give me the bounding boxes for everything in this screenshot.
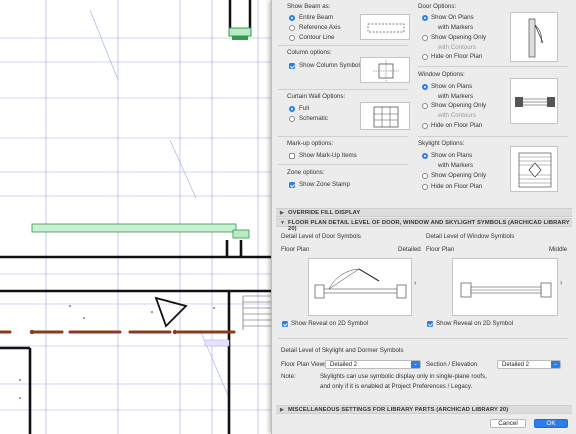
curtain-schematic-label: Schematic: [299, 115, 328, 122]
reference-axis-label: Reference Axis: [299, 24, 341, 31]
skylight-detail-title: Detail Level of Skylight and Dormer Symb…: [281, 347, 404, 354]
radio-skylight-show-opening-only[interactable]: [422, 173, 428, 179]
door-options-title: Door Options:: [418, 3, 457, 10]
radio-curtain-schematic[interactable]: [289, 116, 295, 122]
show-markup-items-checkbox[interactable]: [289, 153, 295, 159]
zone-options-title: Zone options:: [287, 169, 325, 176]
curtain-wall-options-title: Curtain Wall Options:: [287, 93, 346, 100]
show-column-symbol-label: Show Column Symbol: [299, 62, 360, 69]
beam-options-title: Show Beam as:: [287, 3, 331, 10]
window-floor-plan-label: Floor Plan: [426, 246, 455, 253]
skylight-hide-label: Hide on Floor Plan: [431, 183, 483, 190]
window-show-reveal-label: Show Reveal on 2D Symbol: [436, 320, 514, 327]
radio-skylight-show-on-plans[interactable]: [422, 153, 428, 159]
radio-reference-axis[interactable]: [289, 25, 295, 31]
radio-door-hide[interactable]: [422, 54, 428, 60]
window-options-title: Window Options:: [418, 71, 465, 78]
window-detail-title: Detail Level of Window Symbols: [426, 233, 515, 240]
show-zone-stamp-checkbox[interactable]: [289, 182, 295, 188]
note-line-1: Skylights can use symbolic display only …: [320, 373, 487, 380]
skylight-show-on-plans-label: Show on Plans: [431, 152, 473, 159]
radio-window-hide[interactable]: [422, 123, 428, 129]
door-preview: [510, 12, 558, 62]
radio-window-show-opening-only[interactable]: [422, 103, 428, 109]
door-show-on-plans-label: Show On Plans: [431, 14, 474, 21]
collapsed-triangle-icon: ▶: [280, 407, 284, 413]
door-show-reveal-label: Show Reveal on 2D Symbol: [291, 320, 369, 327]
show-zone-stamp-label: Show Zone Stamp: [299, 181, 350, 188]
door-floor-plan-label: Floor Plan: [281, 246, 310, 253]
expanded-triangle-icon: ▼: [280, 220, 285, 226]
skylight-preview: [510, 146, 558, 192]
radio-skylight-hide[interactable]: [422, 184, 428, 190]
curtain-full-label: Full: [299, 105, 309, 112]
cancel-button[interactable]: Cancel: [490, 419, 526, 428]
section-misc-settings[interactable]: ▶ MISCELLANEOUS SETTINGS FOR LIBRARY PAR…: [276, 405, 572, 414]
collapsed-triangle-icon: ▶: [280, 210, 284, 216]
radio-curtain-full[interactable]: [289, 106, 295, 112]
window-detail-next-arrow-icon[interactable]: ›: [560, 280, 562, 287]
show-column-symbol-checkbox[interactable]: [289, 63, 295, 69]
skylight-show-opening-only-label: Show Opening Only: [431, 172, 487, 179]
ok-button[interactable]: OK: [534, 419, 568, 428]
radio-entire-beam[interactable]: [289, 15, 295, 21]
door-show-reveal-checkbox[interactable]: [282, 321, 288, 327]
window-detail-preview: [452, 258, 558, 316]
contour-line-label: Contour Line: [299, 34, 335, 41]
note-label: Note:: [281, 373, 296, 380]
window-detail-level-value: Middle: [549, 246, 568, 253]
door-with-contours-label: with Contours: [438, 44, 476, 51]
section-elevation-label: Section / Elevation: [426, 361, 478, 368]
section-elevation-select[interactable]: Detailed 2 ⌄: [497, 360, 561, 369]
door-with-markers-label: with Markers: [438, 24, 474, 31]
radio-contour-line[interactable]: [289, 35, 295, 41]
window-hide-label: Hide on Floor Plan: [431, 122, 483, 129]
skylight-options-title: Skylight Options:: [418, 140, 465, 147]
floor-plan-views-label: Floor Plan Views: [281, 361, 328, 368]
note-line-2: and only if it is enabled at Project Pre…: [320, 383, 473, 390]
radio-door-show-opening-only[interactable]: [422, 35, 428, 41]
window-with-contours-label: with Contours: [438, 112, 476, 119]
beam-preview: [360, 14, 410, 40]
chevron-down-icon: ⌄: [551, 361, 560, 368]
floor-plan-views-value: Detailed 2: [330, 362, 358, 368]
window-show-reveal-checkbox[interactable]: [427, 321, 433, 327]
section-elevation-value: Detailed 2: [502, 362, 530, 368]
door-detail-preview: [308, 258, 412, 316]
show-markup-items-label: Show Mark-Up Items: [299, 152, 357, 159]
column-preview: [360, 57, 410, 83]
radio-window-show-on-plans[interactable]: [422, 84, 428, 90]
section-override-fill-display[interactable]: ▶ OVERRIDE FILL DISPLAY: [276, 208, 572, 217]
door-detail-level-value: Detailed: [398, 246, 421, 253]
door-hide-label: Hide on Floor Plan: [431, 53, 483, 60]
window-preview: [510, 78, 558, 124]
window-with-markers-label: with Markers: [438, 93, 474, 100]
curtain-wall-preview: [360, 102, 410, 130]
door-detail-next-arrow-icon[interactable]: ›: [414, 280, 416, 287]
radio-door-show-on-plans[interactable]: [422, 15, 428, 21]
chevron-down-icon: ⌄: [411, 361, 420, 368]
floor-plan-views-select[interactable]: Detailed 2 ⌄: [325, 360, 421, 369]
skylight-with-markers-label: with Markers: [438, 162, 474, 169]
entire-beam-label: Entire Beam: [299, 14, 334, 21]
column-options-title: Column options:: [287, 49, 332, 56]
door-detail-title: Detail Level of Door Symbols: [281, 233, 361, 240]
window-show-on-plans-label: Show on Plans: [431, 83, 473, 90]
window-show-opening-only-label: Show Opening Only: [431, 102, 487, 109]
section-floor-plan-detail-level[interactable]: ▼ FLOOR PLAN DETAIL LEVEL OF DOOR, WINDO…: [276, 218, 572, 232]
door-show-opening-only-label: Show Opening Only: [431, 34, 487, 41]
markup-options-title: Mark-up options:: [287, 140, 334, 147]
